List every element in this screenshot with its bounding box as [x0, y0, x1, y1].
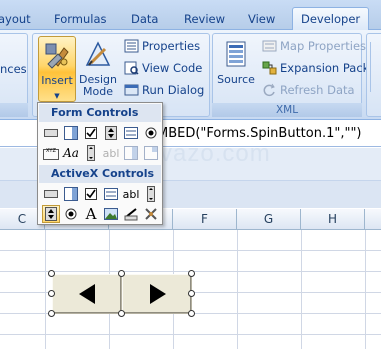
- option-button-icon[interactable]: [142, 124, 160, 142]
- tab-developer[interactable]: Developer: [292, 7, 370, 31]
- tab-view[interactable]: View: [248, 8, 275, 30]
- design-mode-button[interactable]: Design Mode: [79, 36, 117, 102]
- label-icon[interactable]: Aa: [62, 144, 80, 162]
- properties-label: Properties: [142, 39, 201, 53]
- scroll-bar-icon[interactable]: [82, 144, 100, 162]
- resize-handle[interactable]: [118, 310, 125, 317]
- combo-box-icon[interactable]: [62, 185, 80, 203]
- resize-handle[interactable]: [48, 310, 55, 317]
- grid-line: [45, 230, 46, 349]
- scroll-bar-icon[interactable]: [142, 185, 160, 203]
- watermark: vazo.com: [160, 140, 271, 167]
- ribbon-partial-label: nces: [0, 62, 27, 76]
- spin-left-button[interactable]: [52, 274, 122, 314]
- map-properties-icon: [262, 40, 277, 52]
- map-properties-label: Map Properties: [280, 39, 367, 53]
- insert-controls-dropdown: Form Controls XYZ Aa abl ActiveX Control…: [37, 102, 163, 225]
- command-button-icon[interactable]: [42, 185, 60, 203]
- resize-handle[interactable]: [48, 290, 55, 297]
- option-button-icon[interactable]: [62, 205, 80, 223]
- run-dialog-label: Run Dialog: [142, 83, 205, 97]
- toggle-button-icon[interactable]: [122, 205, 140, 223]
- tab-review[interactable]: Review: [184, 8, 225, 30]
- checkbox-icon[interactable]: [82, 185, 100, 203]
- spin-button-control[interactable]: [48, 270, 195, 317]
- activex-controls-header: ActiveX Controls: [39, 165, 161, 183]
- column-header-h[interactable]: H: [301, 209, 365, 230]
- arrow-left-icon: [79, 284, 95, 304]
- image-icon[interactable]: [102, 205, 120, 223]
- list-box-icon[interactable]: [102, 185, 120, 203]
- refresh-data-button[interactable]: Refresh Data: [260, 80, 355, 100]
- combo-box-icon[interactable]: [62, 124, 80, 142]
- formula-text[interactable]: MBED("Forms.SpinButton.1",""): [157, 126, 362, 141]
- resize-handle[interactable]: [188, 310, 195, 317]
- checkbox-icon[interactable]: [82, 124, 100, 142]
- source-button[interactable]: Source: [216, 36, 256, 102]
- arrow-right-icon: [150, 284, 166, 304]
- view-code-button[interactable]: View Code: [122, 58, 202, 78]
- group-box-icon[interactable]: XYZ: [42, 144, 60, 162]
- button-icon[interactable]: [42, 124, 60, 142]
- more-controls-icon[interactable]: [142, 205, 160, 223]
- spin-button-icon[interactable]: [102, 124, 120, 142]
- run-dialog-button[interactable]: Run Dialog: [122, 80, 204, 100]
- source-icon: [226, 41, 246, 67]
- ribbon-tab-strip: ayout Formulas Data Review View Develope…: [0, 0, 381, 31]
- text-box-icon[interactable]: abl: [122, 185, 140, 203]
- form-controls-header: Form Controls: [39, 104, 161, 122]
- run-dialog-icon: [124, 84, 139, 96]
- design-mode-label-2: Mode: [83, 85, 113, 98]
- refresh-data-label: Refresh Data: [280, 83, 355, 97]
- right-partial-divider: [370, 42, 380, 92]
- list-box-icon[interactable]: [122, 124, 140, 142]
- resize-handle[interactable]: [48, 270, 55, 277]
- insert-button[interactable]: Insert ▼: [38, 36, 76, 102]
- properties-button[interactable]: Properties: [122, 36, 200, 56]
- resize-handle[interactable]: [188, 270, 195, 277]
- tab-data[interactable]: Data: [131, 8, 158, 30]
- grid-line: [365, 230, 366, 349]
- group-label-partial: [0, 103, 28, 117]
- expansion-packs-label: Expansion Packs: [280, 61, 376, 75]
- grid-line: [301, 230, 302, 349]
- label-icon[interactable]: A: [82, 205, 100, 223]
- properties-icon: [124, 39, 139, 53]
- refresh-icon: [263, 83, 275, 97]
- text-field-icon[interactable]: abl: [102, 144, 120, 162]
- view-code-label: View Code: [142, 61, 203, 75]
- expansion-packs-button[interactable]: Expansion Packs: [260, 58, 375, 78]
- xml-group-label: XML: [212, 103, 362, 117]
- resize-handle[interactable]: [188, 290, 195, 297]
- combo-dropdown-icon[interactable]: [142, 144, 160, 162]
- insert-tools-icon: [45, 43, 69, 69]
- source-label: Source: [217, 73, 255, 86]
- tab-formulas[interactable]: Formulas: [54, 8, 107, 30]
- combo-list-icon[interactable]: [122, 144, 140, 162]
- map-properties-button[interactable]: Map Properties: [260, 36, 366, 56]
- view-code-icon: [124, 61, 139, 75]
- svg-text:XYZ: XYZ: [46, 148, 56, 154]
- tab-page-layout[interactable]: ayout: [0, 8, 31, 30]
- grid-line: [237, 230, 238, 349]
- column-header-g[interactable]: G: [237, 209, 301, 230]
- chevron-down-icon: ▼: [54, 92, 60, 100]
- spin-right-button[interactable]: [122, 274, 192, 314]
- column-header-f[interactable]: F: [173, 209, 237, 230]
- spin-button-icon[interactable]: [42, 205, 60, 223]
- expansion-packs-icon: [262, 61, 277, 75]
- resize-handle[interactable]: [118, 270, 125, 277]
- design-mode-icon: [85, 41, 111, 66]
- insert-label: Insert: [41, 74, 73, 87]
